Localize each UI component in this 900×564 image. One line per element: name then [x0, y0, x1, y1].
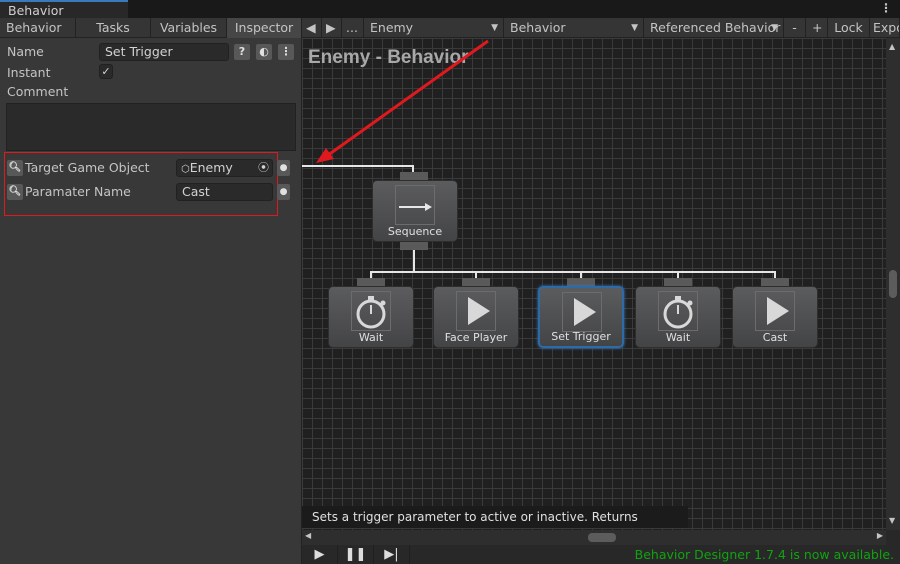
object-value: Enemy [370, 20, 414, 35]
tab-variables[interactable]: Variables [151, 18, 227, 38]
scroll-right-icon[interactable]: ▶ [877, 531, 883, 540]
scroll-up-icon[interactable]: ▲ [889, 42, 895, 51]
add-button[interactable]: + [806, 18, 828, 38]
node-label: Wait [665, 331, 691, 344]
update-message[interactable]: Behavior Designer 1.7.4 is now available… [635, 547, 894, 562]
remove-button[interactable]: - [784, 18, 806, 38]
target-game-object-value: Enemy [189, 160, 233, 175]
stopwatch-icon [658, 291, 698, 331]
node-input-connector[interactable] [462, 278, 490, 286]
tab-inspector[interactable]: Inspector [227, 18, 302, 38]
instant-label: Instant [7, 65, 51, 80]
behavior-value: Behavior [510, 20, 566, 35]
instant-checkbox[interactable]: ✓ [99, 64, 113, 79]
play-icon [456, 291, 496, 331]
comment-label: Comment [7, 84, 69, 99]
parameter-name-label: Paramater Name [25, 184, 131, 199]
more-button[interactable]: ... [342, 18, 364, 38]
vertical-scroll-thumb[interactable] [889, 270, 897, 298]
task-node[interactable]: Set Trigger [538, 286, 624, 348]
task-description-tooltip: Sets a trigger parameter to active or in… [302, 506, 688, 546]
referenced-value: Referenced Behavior [650, 20, 781, 35]
play-icon [755, 291, 795, 331]
prev-button[interactable]: ◀ [302, 18, 322, 38]
vertical-scrollbar[interactable]: ▲ ▼ [886, 38, 900, 530]
node-label: Set Trigger [551, 330, 611, 343]
shared-variable-toggle[interactable]: ● [277, 184, 290, 200]
name-input[interactable]: Set Trigger [99, 43, 229, 61]
object-picker-icon[interactable]: ⦿ [258, 160, 269, 176]
object-dropdown[interactable]: Enemy ▼ [364, 18, 504, 38]
arrow-right-icon [395, 185, 435, 225]
name-label: Name [7, 44, 44, 59]
tab-tasks[interactable]: Tasks [76, 18, 151, 38]
comment-textarea[interactable] [6, 103, 296, 151]
horizontal-scrollbar[interactable]: ◀ ▶ [302, 530, 886, 545]
next-button[interactable]: ▶ [322, 18, 342, 38]
search-icon[interactable]: 🔍︎ [7, 160, 23, 176]
chevron-down-icon: ▼ [771, 23, 778, 33]
chevron-down-icon: ▼ [491, 23, 498, 33]
step-button[interactable]: ▶| [374, 545, 410, 564]
help-icon[interactable]: ? [234, 44, 250, 60]
annotation-arrow [302, 38, 502, 181]
target-game-object-field[interactable]: ⬡Enemy ⦿ [176, 159, 273, 177]
node-input-connector[interactable] [567, 278, 595, 286]
referenced-behavior-dropdown[interactable]: Referenced Behavior ▼ [644, 18, 784, 38]
pause-button[interactable]: ❚❚ [338, 545, 374, 564]
contrast-icon[interactable]: ◐ [256, 44, 272, 60]
search-icon[interactable]: 🔍︎ [7, 184, 23, 200]
target-game-object-label: Target Game Object [25, 160, 150, 175]
task-node[interactable]: Wait [635, 286, 721, 348]
task-node[interactable]: Cast [732, 286, 818, 348]
shared-variable-toggle[interactable]: ● [277, 160, 290, 176]
inspector-panel: Name Set Trigger ? ◐ ⋮ Instant ✓ Comment… [0, 38, 302, 564]
node-label: Sequence [387, 225, 443, 238]
horizontal-scroll-thumb[interactable] [588, 533, 616, 542]
export-button[interactable]: Expo [870, 18, 900, 38]
graph-canvas[interactable]: Enemy - Behavior Sequence Wait Face Play… [302, 38, 886, 530]
node-input-connector[interactable] [664, 278, 692, 286]
node-label: Face Player [444, 331, 508, 344]
scroll-left-icon[interactable]: ◀ [305, 531, 311, 540]
window-menu-icon[interactable]: ⋮ [880, 1, 892, 15]
cube-icon: ⬡ [181, 164, 190, 175]
play-button[interactable]: ▶ [302, 545, 338, 564]
chevron-down-icon: ▼ [631, 23, 638, 33]
play-icon [562, 292, 602, 332]
wire [413, 250, 415, 272]
parameter-name-input[interactable]: Cast [176, 183, 273, 201]
title-bar: Behavior Designer ⋮ [0, 0, 900, 33]
node-label: Cast [762, 331, 788, 344]
node-label: Wait [358, 331, 384, 344]
debug-bar: ▶ ❚❚ ▶| Behavior Designer 1.7.4 is now a… [302, 545, 900, 564]
wire [370, 271, 776, 273]
task-node[interactable]: Face Player [433, 286, 519, 348]
lock-button[interactable]: Lock [828, 18, 870, 38]
stopwatch-icon [351, 291, 391, 331]
task-node[interactable]: Wait [328, 286, 414, 348]
toolbar: Behavior Tasks Variables Inspector ◀ ▶ .… [0, 18, 900, 38]
sequence-node[interactable]: Sequence [372, 180, 458, 242]
tab-behavior[interactable]: Behavior [0, 18, 76, 38]
node-input-connector[interactable] [357, 278, 385, 286]
node-input-connector[interactable] [761, 278, 789, 286]
scroll-down-icon[interactable]: ▼ [889, 516, 895, 525]
behavior-dropdown[interactable]: Behavior ▼ [504, 18, 644, 38]
node-output-connector[interactable] [400, 242, 428, 250]
options-menu-icon[interactable]: ⋮ [278, 44, 294, 60]
window-tab[interactable]: Behavior Designer [0, 0, 128, 33]
